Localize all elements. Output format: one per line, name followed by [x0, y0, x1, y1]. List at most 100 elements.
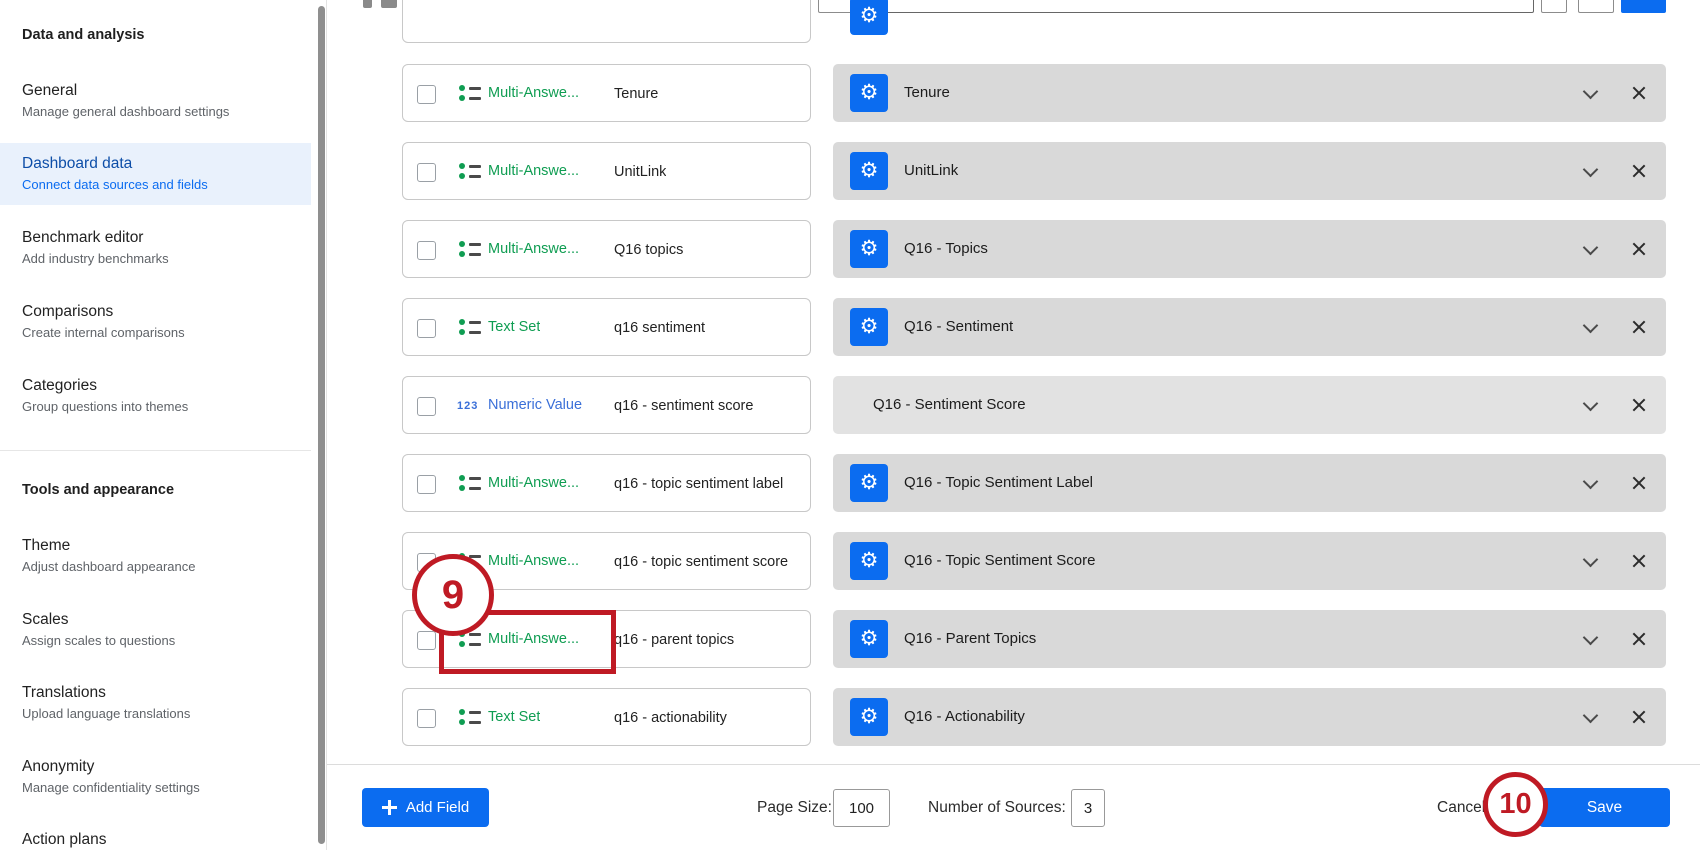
- page-size-label: Page Size:: [757, 789, 832, 827]
- add-field-button[interactable]: Add Field: [362, 788, 489, 827]
- numeric-value-icon: 123: [457, 400, 478, 412]
- row-checkbox[interactable]: [417, 163, 436, 182]
- annotation-step-10: 10: [1483, 772, 1548, 837]
- mapped-field-select[interactable]: Q16 - Sentiment Score: [833, 376, 1666, 434]
- field-name: Tenure: [614, 86, 658, 102]
- save-button[interactable]: Save: [1539, 788, 1670, 827]
- gear-button[interactable]: ⚙: [850, 620, 888, 658]
- mapped-field-label: Q16 - Topic Sentiment Label: [904, 474, 1093, 491]
- row-checkbox[interactable]: [417, 631, 436, 650]
- mapped-field-select[interactable]: ⚙ Q16 - Parent Topics: [833, 610, 1666, 668]
- chevron-down-icon[interactable]: [1583, 319, 1599, 335]
- gear-button[interactable]: ⚙: [850, 230, 888, 268]
- sidebar-item-title: Anonymity: [22, 758, 200, 776]
- mapped-field-select[interactable]: ⚙ Q16 - Sentiment: [833, 298, 1666, 356]
- field-name: q16 sentiment: [614, 320, 705, 336]
- cancel-button[interactable]: Cancel: [1437, 789, 1485, 827]
- field-card-partial: [402, 0, 811, 43]
- remove-field-button[interactable]: [1630, 708, 1648, 726]
- chevron-down-icon[interactable]: [1583, 475, 1599, 491]
- row-checkbox[interactable]: [417, 319, 436, 338]
- remove-field-button[interactable]: [1630, 84, 1648, 102]
- row-checkbox[interactable]: [417, 397, 436, 416]
- mapped-field-label: Q16 - Topic Sentiment Score: [904, 552, 1095, 569]
- mapped-field-select[interactable]: ⚙ UnitLink: [833, 142, 1666, 200]
- remove-field-button[interactable]: [1630, 552, 1648, 570]
- mapped-field-select[interactable]: ⚙ Q16 - Topic Sentiment Score: [833, 532, 1666, 590]
- chevron-down-icon[interactable]: [1583, 631, 1599, 647]
- gear-button[interactable]: ⚙: [850, 152, 888, 190]
- footer-divider: [327, 764, 1700, 765]
- text-set-icon: [459, 316, 481, 338]
- mapped-field-select[interactable]: ⚙ Q16 - Actionability: [833, 688, 1666, 746]
- gear-icon: ⚙: [860, 4, 879, 27]
- mapped-field-select[interactable]: ⚙ Q16 - Topics: [833, 220, 1666, 278]
- chevron-down-icon[interactable]: [1583, 553, 1599, 569]
- add-field-label: Add Field: [406, 799, 469, 816]
- sidebar-item-title: Action plans: [22, 831, 106, 849]
- field-card: Multi-Answe... Q16 topics: [402, 220, 811, 278]
- field-row: Multi-Answe... Tenure ⚙ Tenure: [0, 64, 1700, 122]
- field-type-label: Multi-Answe...: [488, 553, 579, 569]
- chevron-down-icon[interactable]: [1583, 163, 1599, 179]
- remove-field-button[interactable]: [1630, 474, 1648, 492]
- toolbar-primary-button-fragment[interactable]: [1621, 0, 1666, 13]
- field-card: Text Set q16 - actionability: [402, 688, 811, 746]
- row-checkbox[interactable]: [417, 241, 436, 260]
- remove-field-button[interactable]: [1630, 318, 1648, 336]
- row-checkbox[interactable]: [417, 475, 436, 494]
- chevron-down-icon[interactable]: [1583, 85, 1599, 101]
- field-name: q16 - actionability: [614, 710, 727, 726]
- multi-answer-icon: [459, 238, 481, 260]
- number-of-sources-input[interactable]: [1071, 789, 1105, 827]
- gear-button[interactable]: ⚙: [850, 698, 888, 736]
- remove-field-button[interactable]: [1630, 240, 1648, 258]
- gear-icon: ⚙: [860, 81, 879, 104]
- mapped-field-select[interactable]: ⚙ Q16 - Topic Sentiment Label: [833, 454, 1666, 512]
- field-type-label: Numeric Value: [488, 397, 582, 413]
- gear-icon: ⚙: [860, 315, 879, 338]
- field-row: Multi-Answe... UnitLink ⚙ UnitLink: [0, 142, 1700, 200]
- gear-icon: ⚙: [860, 237, 879, 260]
- gear-icon: ⚙: [860, 549, 879, 572]
- page-size-input[interactable]: [833, 789, 890, 827]
- sidebar-item-action-plans[interactable]: Action plans: [22, 831, 106, 849]
- field-card: Multi-Answe... UnitLink: [402, 142, 811, 200]
- toolbar-search-input-fragment[interactable]: [878, 0, 1534, 13]
- toolbar-icon-fragment[interactable]: [381, 0, 397, 8]
- row-checkbox[interactable]: [417, 85, 436, 104]
- toolbar-icon-fragment[interactable]: [363, 0, 372, 8]
- chevron-down-icon[interactable]: [1583, 241, 1599, 257]
- mapped-field-select[interactable]: ⚙ Tenure: [833, 64, 1666, 122]
- sidebar-item-anonymity[interactable]: Anonymity Manage confidentiality setting…: [22, 758, 200, 795]
- remove-field-button[interactable]: [1630, 630, 1648, 648]
- mapped-field-label: Q16 - Parent Topics: [904, 630, 1036, 647]
- field-name: q16 - parent topics: [614, 632, 734, 648]
- field-type-label: Multi-Answe...: [488, 163, 579, 179]
- mapped-field-label: UnitLink: [904, 162, 958, 179]
- remove-field-button[interactable]: [1630, 396, 1648, 414]
- toolbar-button-fragment[interactable]: [1541, 0, 1567, 13]
- gear-button[interactable]: ⚙: [850, 74, 888, 112]
- gear-button[interactable]: ⚙: [850, 542, 888, 580]
- sidebar-divider: [0, 450, 311, 451]
- toolbar-button-fragment[interactable]: [1578, 0, 1614, 13]
- field-card: Multi-Answe... Tenure: [402, 64, 811, 122]
- multi-answer-icon: [459, 160, 481, 182]
- mapped-field-label: Q16 - Sentiment: [904, 318, 1013, 335]
- dashboard-data-settings-screen: Data and analysis General Manage general…: [0, 0, 1700, 850]
- chevron-down-icon[interactable]: [1583, 397, 1599, 413]
- mapped-field-label: Q16 - Topics: [904, 240, 988, 257]
- field-row: Multi-Answe... Q16 topics ⚙ Q16 - Topics: [0, 220, 1700, 278]
- gear-button[interactable]: ⚙: [850, 464, 888, 502]
- gear-button[interactable]: ⚙: [850, 308, 888, 346]
- field-row: Text Set q16 sentiment ⚙ Q16 - Sentiment: [0, 298, 1700, 356]
- number-of-sources-label: Number of Sources:: [928, 789, 1066, 827]
- field-row: Multi-Answe... q16 - topic sentiment sco…: [0, 532, 1700, 590]
- field-card: 123 Numeric Value q16 - sentiment score: [402, 376, 811, 434]
- gear-button-partial[interactable]: ⚙: [850, 0, 888, 35]
- remove-field-button[interactable]: [1630, 162, 1648, 180]
- chevron-down-icon[interactable]: [1583, 709, 1599, 725]
- row-checkbox[interactable]: [417, 709, 436, 728]
- field-row: Multi-Answe... q16 - topic sentiment lab…: [0, 454, 1700, 512]
